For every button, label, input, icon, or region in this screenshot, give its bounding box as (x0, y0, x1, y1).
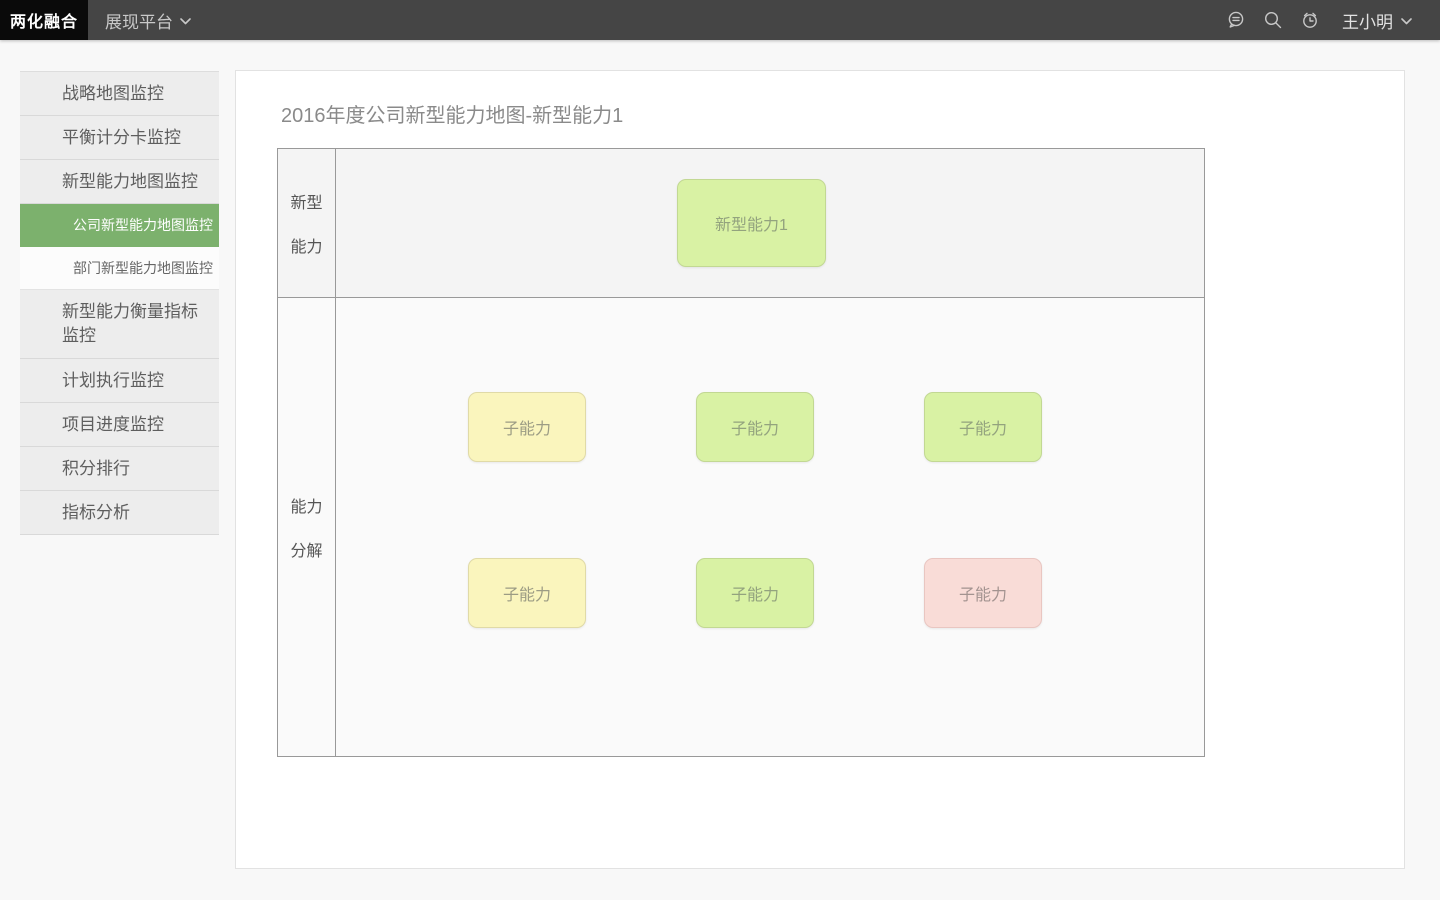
sub-capability-node[interactable]: 子能力 (696, 392, 814, 462)
sidebar-item-strategy-map[interactable]: 战略地图监控 (20, 72, 219, 116)
sidebar-item-indicator-analysis[interactable]: 指标分析 (20, 491, 219, 535)
sub-capability-node[interactable]: 子能力 (468, 558, 586, 628)
sidebar-item-plan-execution[interactable]: 计划执行监控 (20, 359, 219, 403)
row-label-line: 能力 (290, 233, 322, 257)
row-label-new-capability: 新型 能力 (278, 149, 336, 297)
sub-capability-node[interactable]: 子能力 (924, 558, 1042, 628)
top-bar: 两化融合 展现平台 (0, 0, 1440, 40)
row-content-new-capability: 新型能力1 (336, 149, 1204, 297)
app-logo: 两化融合 (0, 0, 88, 40)
row-label-line: 新型 (290, 189, 322, 213)
sub-capability-node[interactable]: 子能力 (924, 392, 1042, 462)
capability-node-main[interactable]: 新型能力1 (677, 179, 826, 267)
sidebar-item-balanced-scorecard[interactable]: 平衡计分卡监控 (20, 116, 219, 160)
capability-row-decomposition: 能力 分解 子能力 子能力 子能力 子能力 子能力 子能力 (278, 297, 1204, 756)
sidebar-item-capability-map[interactable]: 新型能力地图监控 (20, 160, 219, 204)
topbar-right-group: 王小明 (1225, 8, 1440, 33)
chevron-down-icon (1401, 10, 1412, 30)
user-menu[interactable]: 王小明 (1342, 8, 1412, 33)
row-label-line: 分解 (290, 537, 322, 561)
search-icon[interactable] (1262, 9, 1284, 31)
sidebar-nav: 战略地图监控 平衡计分卡监控 新型能力地图监控 公司新型能力地图监控 部门新型能… (20, 71, 219, 535)
sidebar-item-score-ranking[interactable]: 积分排行 (20, 447, 219, 491)
row-content-decomposition: 子能力 子能力 子能力 子能力 子能力 子能力 (336, 298, 1204, 756)
sidebar-item-project-progress[interactable]: 项目进度监控 (20, 403, 219, 447)
platform-menu-label: 展现平台 (105, 8, 173, 33)
alarm-clock-icon[interactable] (1299, 9, 1321, 31)
page-title: 2016年度公司新型能力地图-新型能力1 (281, 99, 623, 128)
sidebar-item-capability-metrics[interactable]: 新型能力衡量指标监控 (20, 290, 219, 359)
user-name: 王小明 (1342, 8, 1393, 33)
sidebar-subitem-department-capability-map[interactable]: 部门新型能力地图监控 (20, 247, 219, 290)
capability-map-table: 新型 能力 新型能力1 能力 分解 子能力 子能力 子能力 子能力 子能力 子能… (277, 148, 1205, 757)
row-label-decomposition: 能力 分解 (278, 298, 336, 756)
main-content-panel: 2016年度公司新型能力地图-新型能力1 新型 能力 新型能力1 能力 分解 子… (235, 70, 1405, 869)
capability-row-new-capability: 新型 能力 新型能力1 (278, 149, 1204, 297)
message-icon[interactable] (1225, 9, 1247, 31)
sub-capability-node[interactable]: 子能力 (696, 558, 814, 628)
sidebar-subitem-company-capability-map[interactable]: 公司新型能力地图监控 (20, 204, 219, 247)
row-label-line: 能力 (290, 493, 322, 517)
chevron-down-icon (180, 10, 191, 30)
sub-capability-node[interactable]: 子能力 (468, 392, 586, 462)
platform-menu[interactable]: 展现平台 (105, 8, 191, 33)
